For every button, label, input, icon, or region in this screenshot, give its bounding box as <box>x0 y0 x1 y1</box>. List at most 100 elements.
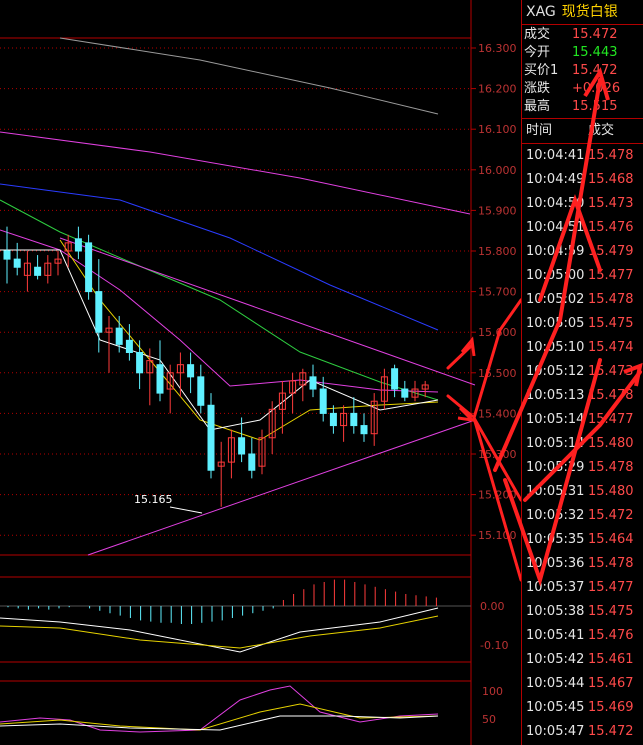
quote-label: 涨跌 <box>524 81 551 96</box>
symbol: XAG <box>526 4 556 20</box>
tick-time: 10:05:38 <box>526 604 585 619</box>
tick-row: 10:05:42 15.461 <box>522 648 643 672</box>
candle-body <box>3 250 11 260</box>
price-tick-label: 15.500 <box>478 367 517 380</box>
quote-label: 最高 <box>524 99 551 114</box>
quote-label: 今开 <box>524 45 551 60</box>
quote-row: 最高 15.515 <box>522 98 643 116</box>
tick-row: 10:04:59 15.479 <box>522 240 643 264</box>
tick-time: 10:05:36 <box>526 556 585 571</box>
tick-row: 10:05:37 15.477 <box>522 576 643 600</box>
tick-price: 15.478 <box>588 460 634 475</box>
quote-value: 15.515 <box>572 99 618 114</box>
tick-price: 15.477 <box>588 412 634 427</box>
candle-body <box>319 388 327 414</box>
tick-price: 15.468 <box>588 172 634 187</box>
price-tick-label: 16.100 <box>478 123 517 136</box>
tick-time: 10:05:42 <box>526 652 585 667</box>
price-tick-label: 15.700 <box>478 286 517 299</box>
kdj-axis-label: 50 <box>482 713 496 726</box>
quote-label: 买价1 <box>524 63 559 78</box>
annotation-arrow <box>446 343 474 370</box>
tick-time: 10:05:31 <box>526 484 585 499</box>
quote-value: +0.026 <box>572 81 621 96</box>
candle-body <box>197 376 205 406</box>
candle-body <box>95 291 103 333</box>
candle-body <box>125 339 133 354</box>
quote-value: 15.472 <box>572 27 618 42</box>
tick-price: 15.476 <box>588 220 634 235</box>
tick-price: 15.473 <box>588 196 634 211</box>
tick-row: 10:05:36 15.478 <box>522 552 643 576</box>
tick-time: 10:05:02 <box>526 292 585 307</box>
tick-price: 15.472 <box>588 508 634 523</box>
price-tick-label: 15.900 <box>478 204 517 217</box>
tick-time: 10:05:10 <box>526 340 585 355</box>
tick-time: 10:05:13 <box>526 388 585 403</box>
tick-time: 10:05:35 <box>526 532 585 547</box>
tick-row: 10:05:05 15.475 <box>522 312 643 336</box>
tick-price: 15.475 <box>588 316 634 331</box>
tick-price: 15.461 <box>588 652 634 667</box>
tick-time: 10:05:14 <box>526 412 585 427</box>
tick-list-header: 时间 成交 <box>522 119 643 144</box>
tick-price-header: 成交 <box>588 123 615 138</box>
macd-dea-line <box>0 615 439 649</box>
tick-list[interactable]: 10:04:41 15.478 10:04:49 15.468 10:04:50 15.4… <box>522 144 643 744</box>
tick-row: 10:05:12 15.473 <box>522 360 643 384</box>
instrument-header: XAG 现货白银 <box>522 0 643 24</box>
tick-time: 10:05:00 <box>526 268 585 283</box>
kdj-axis-label: 100 <box>482 685 503 698</box>
tick-time: 10:05:14 <box>526 436 585 451</box>
quote-value: 15.472 <box>572 63 618 78</box>
tick-row: 10:05:13 15.478 <box>522 384 643 408</box>
quote-row: 今开 15.443 <box>522 44 643 62</box>
quote-row: 成交 15.472 <box>522 26 643 44</box>
quote-panel: XAG 现货白银 成交 15.472 今开 15.443 买价1 15.472 涨跌 +0.02… <box>521 0 643 745</box>
tick-time: 10:05:37 <box>526 580 585 595</box>
tick-price: 15.472 <box>588 724 634 739</box>
candle-body <box>85 242 93 293</box>
price-tick-label: 16.200 <box>478 83 517 96</box>
ma-green-line <box>0 199 439 401</box>
tick-time: 10:04:49 <box>526 172 585 187</box>
tick-price: 15.473 <box>588 364 634 379</box>
instrument-name: 现货白银 <box>561 4 618 20</box>
tick-row: 10:04:51 15.476 <box>522 216 643 240</box>
ma-magenta-line <box>0 131 471 215</box>
tick-price: 15.476 <box>588 628 634 643</box>
tick-time: 10:05:47 <box>526 724 585 739</box>
macd-axis-label: 0.00 <box>480 600 505 613</box>
quote-label: 成交 <box>524 27 551 42</box>
tick-row: 10:05:45 15.469 <box>522 696 643 720</box>
tick-row: 10:04:50 15.473 <box>522 192 643 216</box>
candle-body <box>115 327 123 345</box>
tick-time-header: 时间 <box>526 123 553 138</box>
tick-row: 10:05:41 15.476 <box>522 624 643 648</box>
tick-row: 10:05:14 15.480 <box>522 432 643 456</box>
candle-body <box>360 425 368 435</box>
tick-row: 10:05:14 15.477 <box>522 408 643 432</box>
tick-price: 15.469 <box>588 700 634 715</box>
tick-time: 10:05:05 <box>526 316 585 331</box>
upper-trendline <box>59 237 476 386</box>
quote-value: 15.443 <box>572 45 618 60</box>
candle-body <box>187 364 195 378</box>
tick-row: 10:05:32 15.472 <box>522 504 643 528</box>
price-tick-label: 15.400 <box>478 407 517 420</box>
tick-row: 10:05:10 15.474 <box>522 336 643 360</box>
tick-price: 15.474 <box>588 340 634 355</box>
price-tick-label: 16.000 <box>478 164 517 177</box>
candle-body <box>136 352 144 374</box>
quote-summary: 成交 15.472 今开 15.443 买价1 15.472 涨跌 +0.026 最高 15.51… <box>522 24 643 119</box>
candlestick-chart: 16.300 16.200 16.100 16.000 15.900 15.800 15.7… <box>0 0 521 745</box>
tick-price: 15.477 <box>588 580 634 595</box>
tick-price: 15.464 <box>588 532 634 547</box>
tick-row: 10:05:35 15.464 <box>522 528 643 552</box>
price-tick-label: 15.800 <box>478 245 517 258</box>
macd-axis-label: -0.10 <box>480 639 508 652</box>
candle-body <box>350 412 358 427</box>
tick-time: 10:04:41 <box>526 148 585 163</box>
candle-body <box>309 376 317 390</box>
candle-body <box>156 364 164 394</box>
